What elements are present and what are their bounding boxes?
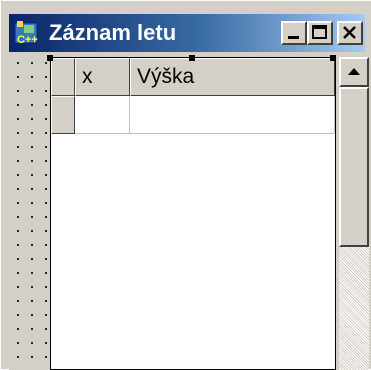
table-row — [51, 96, 335, 134]
title-bar[interactable]: C++ Záznam letu — [9, 14, 365, 52]
svg-text:C++: C++ — [17, 34, 38, 46]
grid-header-row: x Výška — [51, 58, 335, 96]
scroll-up-arrow-icon — [348, 68, 360, 75]
minimize-icon — [288, 36, 299, 39]
cpp-builder-app-icon: C++ — [14, 21, 38, 46]
close-icon — [343, 26, 356, 39]
selection-handle-top-right[interactable] — [330, 55, 336, 61]
maximize-icon — [312, 25, 327, 39]
minimize-button[interactable] — [281, 21, 307, 45]
vertical-scrollbar[interactable] — [339, 57, 369, 370]
selection-handle-top-center[interactable] — [189, 55, 195, 61]
scroll-thumb[interactable] — [339, 87, 369, 247]
form-window: C++ Záznam letu x Výška — [0, 0, 371, 370]
string-grid[interactable]: x Výška — [50, 57, 336, 370]
maximize-button[interactable] — [307, 21, 333, 45]
data-cell-vyska[interactable] — [130, 96, 335, 134]
selection-handle-top-left[interactable] — [47, 55, 53, 61]
data-cell-x[interactable] — [75, 96, 130, 134]
scroll-up-button[interactable] — [339, 57, 369, 87]
form-client-area: x Výška — [9, 53, 369, 370]
header-corner-cell[interactable] — [51, 58, 75, 96]
column-header-vyska[interactable]: Výška — [130, 58, 335, 96]
window-title: Záznam letu — [49, 20, 177, 45]
design-dot-grid — [9, 53, 49, 370]
column-header-vyska-label: Výška — [137, 65, 195, 88]
row-header-cell[interactable] — [51, 96, 75, 134]
column-header-x-label: x — [82, 65, 93, 88]
column-header-x[interactable]: x — [75, 58, 130, 96]
close-button[interactable] — [337, 21, 363, 45]
